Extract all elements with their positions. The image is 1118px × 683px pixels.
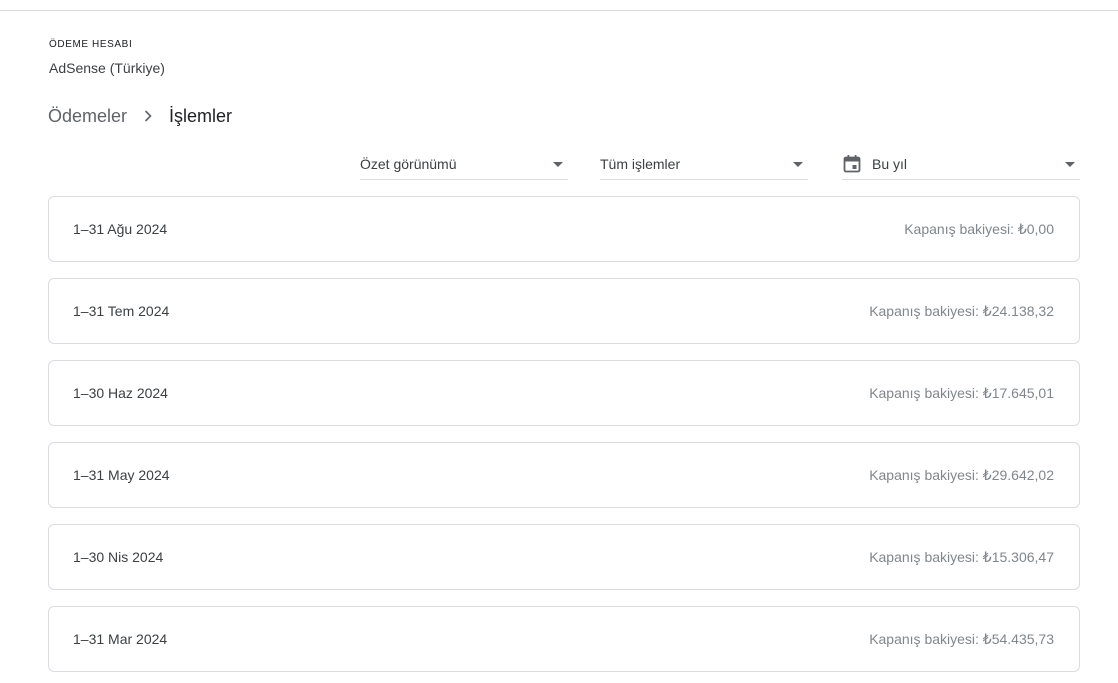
statement-closing-balance: Kapanış bakiyesi: ₺0,00 xyxy=(904,220,1054,237)
payment-account-name: AdSense (Türkiye) xyxy=(49,60,165,76)
statement-closing-balance: Kapanış bakiyesi: ₺24.138,32 xyxy=(869,302,1054,319)
statement-row[interactable]: 1–31 Tem 2024 Kapanış bakiyesi: ₺24.138,… xyxy=(48,278,1080,344)
date-range-select[interactable]: Bu yıl xyxy=(842,150,1080,180)
chevron-right-icon xyxy=(127,104,169,128)
view-select-value: Özet görünümü xyxy=(360,155,457,172)
statement-period: 1–30 Haz 2024 xyxy=(73,385,168,401)
breadcrumb-current: İşlemler xyxy=(169,105,233,126)
statement-period: 1–31 Ağu 2024 xyxy=(73,221,168,237)
statement-row[interactable]: 1–30 Haz 2024 Kapanış bakiyesi: ₺17.645,… xyxy=(48,360,1080,426)
breadcrumb-payments-link[interactable]: Ödemeler xyxy=(48,106,127,127)
page: ÖDEME HESABI AdSense (Türkiye) Ödemeler … xyxy=(0,0,1118,683)
statement-period: 1–30 Nis 2024 xyxy=(73,549,164,565)
statement-list: 1–31 Ağu 2024 Kapanış bakiyesi: ₺0,00 1–… xyxy=(48,196,1080,683)
calendar-icon xyxy=(842,154,862,174)
date-range-value: Bu yıl xyxy=(872,155,908,172)
statement-closing-balance: Kapanış bakiyesi: ₺17.645,01 xyxy=(869,384,1054,401)
statement-row[interactable]: 1–31 Mar 2024 Kapanış bakiyesi: ₺54.435,… xyxy=(48,606,1080,672)
statement-closing-balance: Kapanış bakiyesi: ₺15.306,47 xyxy=(869,548,1054,565)
arrow-drop-down-icon xyxy=(793,162,803,167)
statement-period: 1–31 Tem 2024 xyxy=(73,303,170,319)
breadcrumb: Ödemeler İşlemler xyxy=(48,104,232,128)
transaction-type-select[interactable]: Tüm işlemler xyxy=(600,150,808,180)
arrow-drop-down-icon xyxy=(1065,162,1075,167)
statement-row[interactable]: 1–31 Ağu 2024 Kapanış bakiyesi: ₺0,00 xyxy=(48,196,1080,262)
statement-closing-balance: Kapanış bakiyesi: ₺54.435,73 xyxy=(869,630,1054,647)
view-select[interactable]: Özet görünümü xyxy=(360,150,568,180)
transaction-type-value: Tüm işlemler xyxy=(600,155,681,172)
top-divider xyxy=(0,10,1118,11)
statement-period: 1–31 May 2024 xyxy=(73,467,170,483)
payment-account-label: ÖDEME HESABI xyxy=(49,39,133,50)
statement-closing-balance: Kapanış bakiyesi: ₺29.642,02 xyxy=(869,466,1054,483)
statement-row[interactable]: 1–30 Nis 2024 Kapanış bakiyesi: ₺15.306,… xyxy=(48,524,1080,590)
statement-row[interactable]: 1–31 May 2024 Kapanış bakiyesi: ₺29.642,… xyxy=(48,442,1080,508)
statement-period: 1–31 Mar 2024 xyxy=(73,631,168,647)
arrow-drop-down-icon xyxy=(553,162,563,167)
